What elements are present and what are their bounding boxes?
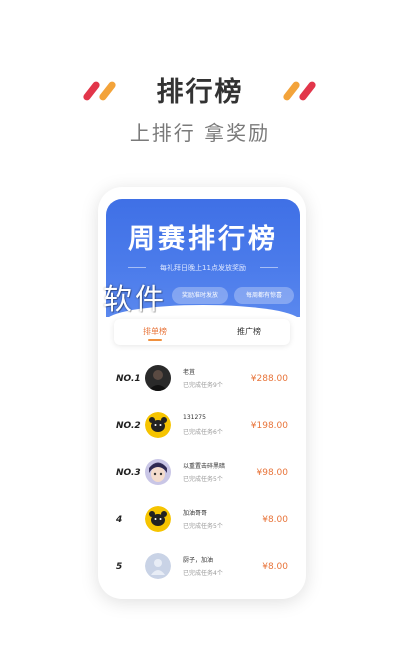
avatar [145, 412, 171, 438]
ranking-tabs: 排单榜 推广榜 [114, 319, 290, 345]
rank-number: NO.2 [116, 421, 141, 431]
page-subtitle: 上排行 拿奖励 [129, 121, 271, 145]
rank-number: NO.3 [116, 468, 141, 478]
banner-pill-on-time: 奖励准时发放 [172, 287, 228, 304]
rank-number: 4 [116, 515, 123, 525]
banner-title: 周赛排行榜 [128, 224, 278, 255]
banner-divider [260, 267, 278, 268]
reward-amount: ¥8.00 [262, 562, 288, 572]
avatar [145, 506, 171, 532]
active-tab-indicator [148, 339, 162, 341]
task-count: 已完成任务5个 [183, 523, 223, 530]
avatar [145, 553, 171, 579]
reward-amount: ¥288.00 [250, 374, 288, 384]
title-row: 排行榜 [0, 66, 400, 110]
task-count: 已完成任务4个 [183, 570, 223, 577]
banner-subtitle: 每礼拜日晚上11点发放奖励 [160, 264, 246, 272]
rank-number: NO.1 [116, 374, 141, 384]
page-title: 排行榜 [156, 77, 244, 108]
task-count: 已完成任务9个 [183, 382, 223, 389]
list-item[interactable]: NO.3 以重置击碎黑暗 已完成任务5个 ¥98.00 [98, 455, 306, 495]
tab-order-ranking[interactable]: 排单榜 [120, 319, 190, 345]
task-count: 已完成任务6个 [183, 429, 223, 436]
reward-amount: ¥198.00 [250, 421, 288, 431]
tab-promotion-ranking[interactable]: 推广榜 [214, 319, 284, 345]
avatar [145, 365, 171, 391]
user-name: 加油哥哥 [183, 510, 208, 517]
reward-amount: ¥98.00 [256, 468, 289, 478]
banner-pill-surprise: 每周都有惊喜 [234, 287, 294, 304]
list-item[interactable]: NO.2 131275 已完成任务6个 ¥198.00 [98, 408, 306, 448]
watermark-text: 软件 [103, 282, 168, 316]
reward-amount: ¥8.00 [262, 515, 288, 525]
task-count: 已完成任务5个 [183, 476, 223, 483]
user-name: 以重置击碎黑暗 [183, 463, 226, 470]
promo-screen: 排行榜 上排行 拿奖励 周赛排行榜 每礼拜日晚上11点发放奖励 奖励准时发放 每… [0, 0, 400, 666]
list-item[interactable]: 4 加油哥哥 已完成任务5个 ¥8.00 [98, 502, 306, 542]
list-item[interactable]: 5 厨子，加油 已完成任务4个 ¥8.00 [98, 549, 306, 589]
user-name: 131275 [183, 414, 206, 421]
list-item[interactable]: NO.1 老苴 已完成任务9个 ¥288.00 [98, 361, 306, 401]
user-name: 老苴 [183, 369, 196, 376]
user-name: 厨子，加油 [183, 557, 214, 564]
phone-mockup: 周赛排行榜 每礼拜日晚上11点发放奖励 奖励准时发放 每周都有惊喜 排单榜 推广… [98, 187, 306, 599]
avatar [145, 459, 171, 485]
rank-number: 5 [116, 562, 123, 572]
